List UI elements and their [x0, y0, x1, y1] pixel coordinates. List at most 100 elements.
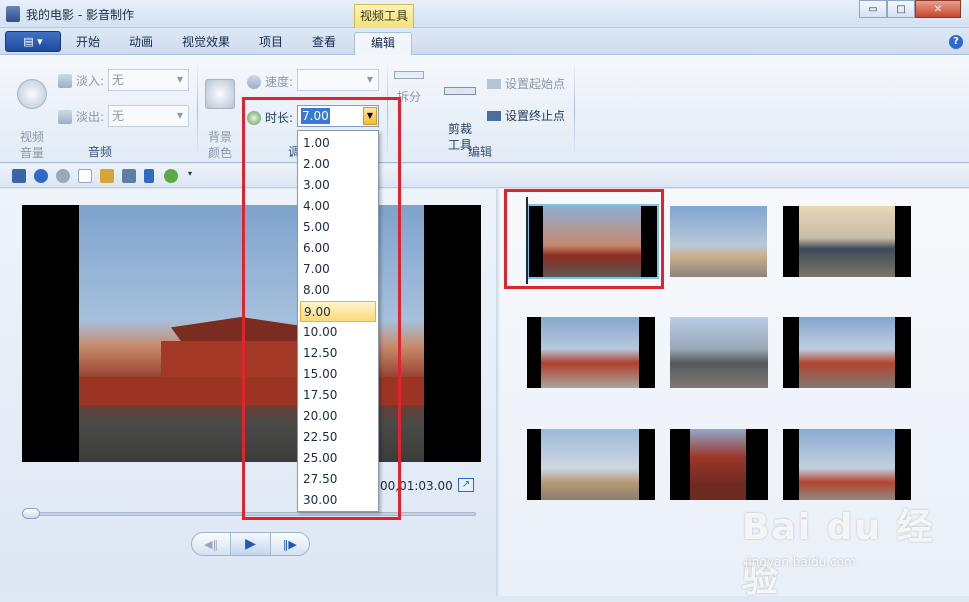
duration-option[interactable]: 3.00: [300, 175, 376, 196]
duration-option[interactable]: 7.00: [300, 259, 376, 280]
audio-group-label: 音频: [87, 145, 112, 159]
gate-roof: [171, 317, 311, 343]
title-bar: 我的电影 - 影音制作 视频工具 ▭ □ ✕: [0, 0, 969, 28]
clip-photo: [541, 317, 639, 388]
clip-photo: [670, 317, 768, 388]
duration-option[interactable]: 2.00: [300, 154, 376, 175]
window-title: 我的电影 - 影音制作: [26, 8, 134, 22]
clip-thumbnail[interactable]: [527, 317, 655, 388]
duration-option[interactable]: 30.00: [300, 490, 376, 511]
clip-thumbnail[interactable]: [783, 206, 911, 277]
expand-icon[interactable]: ↗: [458, 478, 474, 492]
fade-in-value: 无: [112, 73, 125, 87]
fade-out-select[interactable]: 无 ▼: [108, 105, 189, 127]
trim-icon: [444, 87, 476, 95]
set-end-icon: [487, 110, 501, 121]
duration-option[interactable]: 9.00: [300, 301, 376, 322]
save-icon[interactable]: [12, 169, 26, 183]
set-end-point-button[interactable]: 设置终止点: [487, 107, 565, 124]
duration-option[interactable]: 20.00: [300, 406, 376, 427]
customize-toolbar-icon[interactable]: ▾: [188, 169, 198, 183]
fade-in-row: 淡入:: [58, 72, 104, 89]
preview-pane: 00,01:03.00 ↗ ◀‖ ▶ ‖▶: [0, 189, 496, 596]
duration-option[interactable]: 10.00: [300, 322, 376, 343]
help-icon[interactable]: ?: [949, 35, 963, 49]
clip-thumbnail[interactable]: [670, 429, 768, 500]
fade-out-value: 无: [112, 109, 125, 123]
background-color-label: 背景 颜色: [207, 130, 232, 160]
clip-photo: [690, 429, 746, 500]
clip-thumbnail[interactable]: [783, 429, 911, 500]
tab-project[interactable]: 项目: [248, 32, 294, 55]
tab-animations[interactable]: 动画: [116, 32, 166, 55]
clip-thumbnail[interactable]: [670, 317, 768, 388]
quick-access-toolbar: ▾: [0, 164, 969, 188]
duration-option[interactable]: 4.00: [300, 196, 376, 217]
seek-bar[interactable]: [22, 512, 476, 516]
set-end-label: 设置终止点: [505, 109, 566, 123]
music-icon[interactable]: [144, 169, 154, 183]
speed-select[interactable]: ▼: [297, 69, 379, 91]
close-button[interactable]: ✕: [915, 0, 961, 18]
duration-select[interactable]: 7.00 ▼: [297, 105, 379, 127]
duration-option[interactable]: 8.00: [300, 280, 376, 301]
duration-value: 7.00: [301, 108, 330, 124]
duration-option[interactable]: 25.00: [300, 448, 376, 469]
publish-icon[interactable]: [164, 169, 178, 183]
tab-home[interactable]: 开始: [64, 32, 112, 55]
fade-out-label: 淡出:: [76, 110, 105, 124]
clip-thumbnail[interactable]: [783, 317, 911, 388]
minimize-button[interactable]: ▭: [859, 0, 887, 18]
video-volume-label: 视频 音量: [19, 130, 44, 160]
stopwatch-green-icon: [247, 110, 261, 125]
next-frame-button[interactable]: ‖▶: [271, 533, 309, 555]
clip-thumbnail[interactable]: [670, 206, 767, 277]
duration-option[interactable]: 17.50: [300, 385, 376, 406]
app-menu-button[interactable]: ▤ ▾: [5, 31, 61, 52]
maximize-button[interactable]: □: [887, 0, 915, 18]
clip-thumbnail[interactable]: [527, 429, 655, 500]
duration-option[interactable]: 12.50: [300, 343, 376, 364]
duration-option[interactable]: 6.00: [300, 238, 376, 259]
background-color-button[interactable]: 背景 颜色: [200, 63, 240, 161]
edit-group-label: 编辑: [467, 145, 492, 159]
app-icon: [6, 6, 20, 22]
video-preview[interactable]: [22, 205, 481, 462]
fade-in-label: 淡入:: [76, 74, 105, 88]
add-media-icon[interactable]: [100, 169, 114, 183]
split-label: 拆分: [396, 90, 421, 104]
set-start-point-button[interactable]: 设置起始点: [487, 75, 565, 92]
ribbon: 视频 音量 淡入: 无 ▼ 淡出: 无 ▼ 音频 背景 颜色 速度: ▼ 时长:…: [0, 55, 969, 163]
watermark-url: jingyan.baidu.com: [745, 555, 856, 569]
clip-photo: [543, 206, 641, 277]
split-button[interactable]: 拆分: [391, 71, 427, 105]
speed-row: 速度:: [247, 73, 293, 90]
undo-icon[interactable]: [34, 169, 48, 183]
duration-option[interactable]: 27.50: [300, 469, 376, 490]
duration-option[interactable]: 5.00: [300, 217, 376, 238]
play-button[interactable]: ▶: [230, 533, 271, 555]
duration-option[interactable]: 1.00: [300, 133, 376, 154]
playhead[interactable]: [526, 197, 528, 284]
fade-in-select[interactable]: 无 ▼: [108, 69, 189, 91]
chevron-down-icon: ▼: [176, 75, 184, 84]
video-volume-button[interactable]: 视频 音量: [10, 63, 54, 161]
clip-photo: [670, 206, 767, 277]
watermark-logo: Bai du 经验: [742, 507, 935, 600]
duration-option[interactable]: 15.00: [300, 364, 376, 385]
chevron-down-icon[interactable]: ▼: [363, 107, 377, 125]
seek-thumb[interactable]: [22, 508, 40, 519]
tab-visual-effects[interactable]: 视觉效果: [172, 32, 240, 55]
trim-tool-button[interactable]: 剪裁 工具: [440, 71, 480, 153]
snapshot-icon[interactable]: [122, 169, 136, 183]
clip-thumbnail[interactable]: [527, 204, 659, 279]
tab-view[interactable]: 查看: [300, 32, 348, 55]
tab-edit[interactable]: 编辑: [354, 32, 412, 55]
group-separator: [574, 61, 575, 157]
redo-icon[interactable]: [56, 169, 70, 183]
duration-option[interactable]: 22.50: [300, 427, 376, 448]
playback-controls: ◀‖ ▶ ‖▶: [191, 532, 310, 556]
duration-label: 时长:: [265, 111, 294, 125]
previous-frame-button[interactable]: ◀‖: [192, 533, 230, 555]
new-project-icon[interactable]: [78, 169, 92, 183]
